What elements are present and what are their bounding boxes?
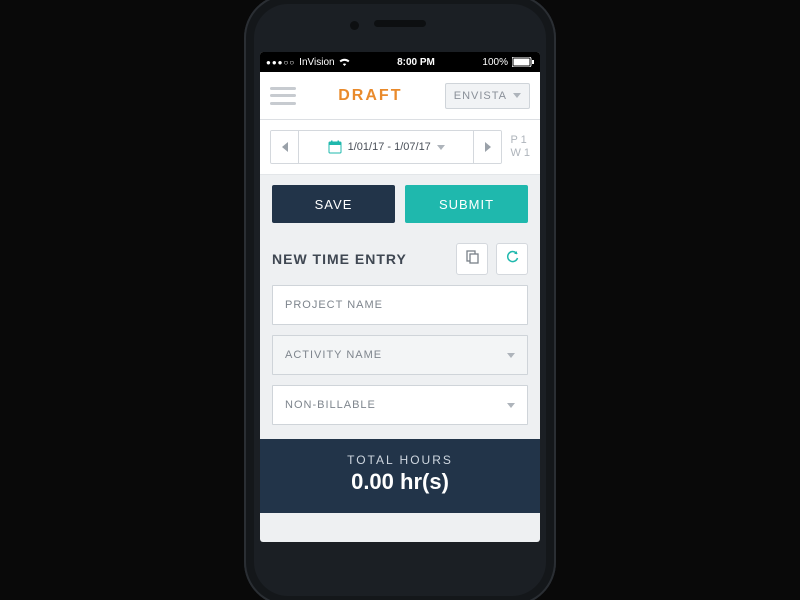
company-label: ENVISTA [454, 90, 507, 102]
app-header: DRAFT ENVISTA [260, 72, 540, 120]
period-week-label: P 1 W 1 [510, 134, 530, 160]
totals-panel: TOTAL HOURS 0.00 hr(s) [260, 439, 540, 513]
project-name-placeholder: PROJECT NAME [285, 299, 383, 311]
company-dropdown[interactable]: ENVISTA [445, 83, 530, 109]
billable-value: NON-BILLABLE [285, 399, 376, 411]
phone-camera [350, 21, 359, 30]
save-button[interactable]: SAVE [272, 185, 395, 223]
status-left: ●●●○○ InVision [266, 57, 350, 68]
date-segment: 1/01/17 - 1/07/17 [270, 130, 502, 164]
totals-value: 0.00 hr(s) [260, 469, 540, 495]
battery-percent: 100% [482, 57, 508, 68]
section-header: NEW TIME ENTRY [260, 237, 540, 285]
date-range-label: 1/01/17 - 1/07/17 [348, 141, 431, 153]
prev-week-button[interactable] [271, 131, 299, 163]
submit-button[interactable]: SUBMIT [405, 185, 528, 223]
action-bar: SAVE SUBMIT [260, 175, 540, 237]
week-label: W 1 [510, 147, 530, 160]
submit-button-label: SUBMIT [439, 197, 494, 212]
entry-form: PROJECT NAME ACTIVITY NAME NON-BILLABLE [260, 285, 540, 439]
battery-icon [512, 57, 534, 67]
date-range-dropdown[interactable]: 1/01/17 - 1/07/17 [299, 131, 473, 163]
phone-speaker [374, 20, 426, 27]
copy-icon [465, 249, 480, 269]
status-right: 100% [482, 57, 534, 68]
chevron-right-icon [485, 142, 491, 152]
date-row: 1/01/17 - 1/07/17 P 1 W 1 [260, 120, 540, 175]
refresh-button[interactable] [496, 243, 528, 275]
stage: ●●●○○ InVision 8:00 PM 100% [0, 0, 800, 600]
chevron-down-icon [513, 93, 521, 98]
carrier-label: InVision [299, 57, 334, 68]
phone-frame: ●●●○○ InVision 8:00 PM 100% [244, 0, 556, 600]
app-screen: ●●●○○ InVision 8:00 PM 100% [260, 52, 540, 542]
chevron-left-icon [282, 142, 288, 152]
calendar-icon [328, 140, 342, 154]
period-label: P 1 [510, 134, 530, 147]
copy-button[interactable] [456, 243, 488, 275]
next-week-button[interactable] [473, 131, 501, 163]
billable-select[interactable]: NON-BILLABLE [272, 385, 528, 425]
chevron-down-icon [507, 403, 515, 408]
status-bar: ●●●○○ InVision 8:00 PM 100% [260, 52, 540, 72]
page-title: DRAFT [306, 87, 435, 105]
refresh-icon [505, 249, 520, 269]
totals-label: TOTAL HOURS [260, 453, 540, 467]
activity-name-select[interactable]: ACTIVITY NAME [272, 335, 528, 375]
signal-dots-icon: ●●●○○ [266, 58, 295, 67]
clock-label: 8:00 PM [397, 57, 435, 68]
project-name-input[interactable]: PROJECT NAME [272, 285, 528, 325]
chevron-down-icon [507, 353, 515, 358]
chevron-down-icon [437, 145, 445, 150]
section-title: NEW TIME ENTRY [272, 251, 448, 267]
save-button-label: SAVE [315, 197, 353, 212]
menu-icon[interactable] [270, 87, 296, 105]
wifi-icon [339, 58, 350, 66]
activity-name-placeholder: ACTIVITY NAME [285, 349, 382, 361]
